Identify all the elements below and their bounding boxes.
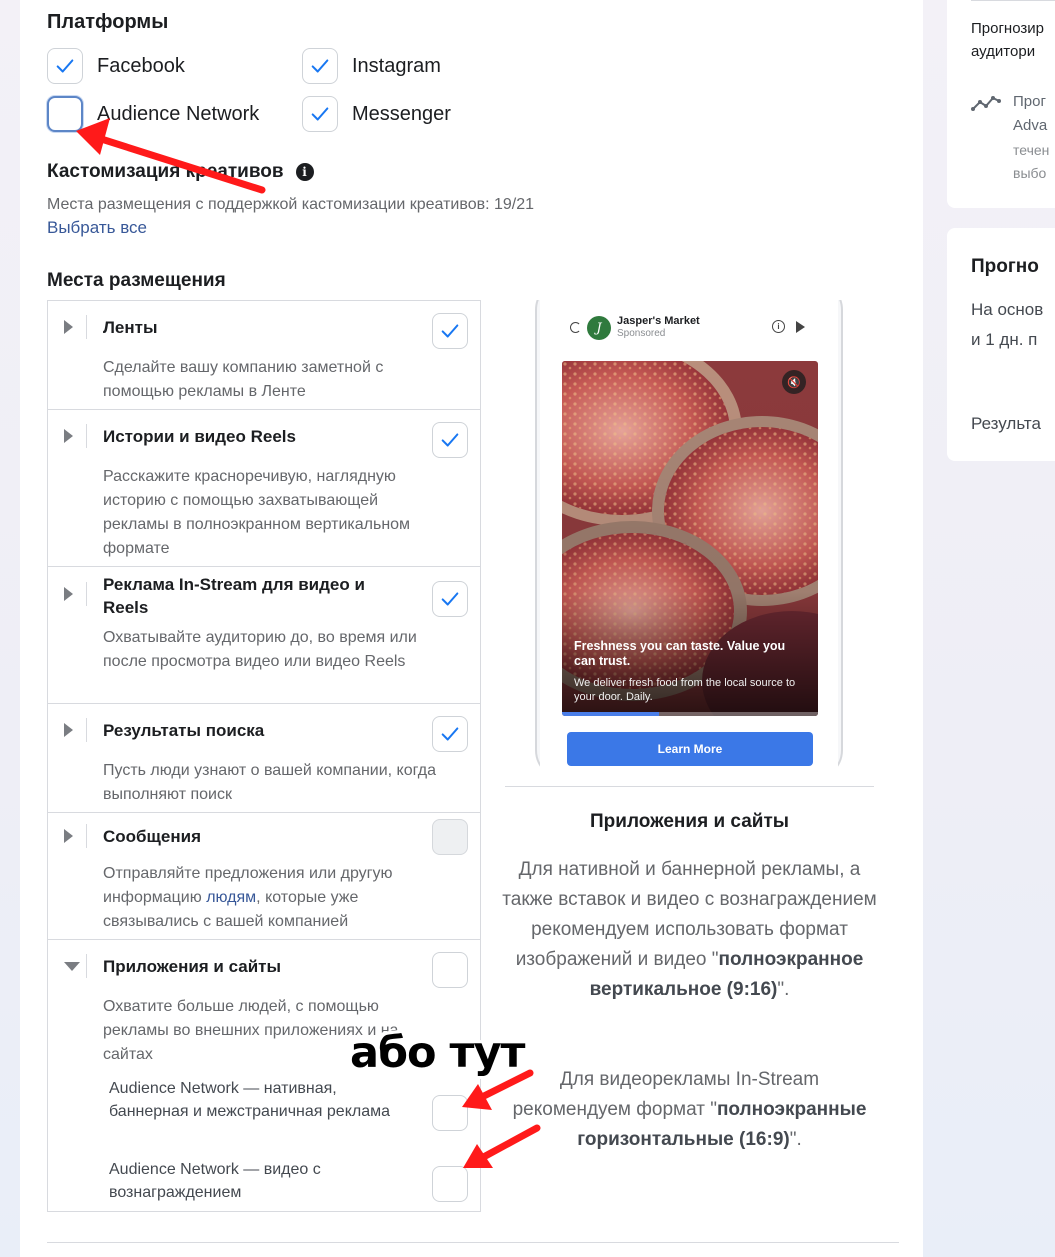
mute-icon[interactable]: 🔇 (782, 370, 806, 394)
preview-desc-2: Для видеорекламы In-Stream рекомендуем ф… (512, 1069, 867, 1150)
placement-row-feeds[interactable]: Ленты Сделайте вашу компанию заметной с … (48, 301, 480, 410)
placements-title: Места размещения (47, 270, 226, 291)
checkmark-icon (441, 592, 459, 606)
messenger-label: Messenger (352, 102, 451, 125)
platforms-title: Платформы (47, 11, 169, 33)
expand-triangle-icon[interactable] (64, 587, 73, 601)
ad-preview-phone: J Jasper's Market Sponsored i 🔇 Freshnes… (535, 300, 843, 780)
audience-network-label: Audience Network (97, 102, 260, 125)
sub-option-rewarded-video: Audience Network — видео с вознаграждени… (109, 1161, 321, 1201)
placement-title: Приложения и сайты (103, 957, 282, 976)
right-panel: Прогнозир аудитори Прог Adva течен выбо … (947, 0, 1055, 1257)
search-checkbox[interactable] (432, 716, 468, 752)
ad-image: 🔇 Freshness you can taste. Value you can… (562, 361, 818, 716)
instagram-checkbox[interactable] (302, 48, 338, 84)
ad-headline: Freshness you can taste. Value you can t… (574, 639, 786, 668)
placement-title: Истории и видео Reels (103, 427, 296, 446)
learn-more-button[interactable]: Learn More (567, 732, 813, 766)
facebook-label: Facebook (97, 54, 185, 77)
messenger-checkbox[interactable] (302, 96, 338, 132)
checkmark-icon (311, 107, 329, 121)
select-all-link[interactable]: Выбрать все (47, 218, 147, 238)
expand-triangle-icon[interactable] (64, 320, 73, 334)
apps-sites-checkbox[interactable] (432, 952, 468, 988)
checkmark-icon (311, 59, 329, 73)
checkmark-icon (56, 59, 74, 73)
checkmark-icon (441, 727, 459, 741)
placement-title: Ленты (103, 318, 158, 337)
trend-chart-icon (971, 96, 1001, 111)
customization-title: Кастомизация креативов (47, 161, 284, 182)
messages-checkbox[interactable] (432, 819, 468, 855)
placement-row-messages[interactable]: Сообщения Отправляйте предложения или др… (48, 813, 480, 940)
stories-checkbox[interactable] (432, 422, 468, 458)
placement-row-stories[interactable]: Истории и видео Reels Расскажите краснор… (48, 410, 480, 567)
expand-triangle-icon[interactable] (64, 829, 73, 843)
placement-title: Реклама In-Stream для видео и Reels (103, 575, 365, 617)
rewarded-video-checkbox[interactable] (432, 1166, 468, 1202)
collapse-triangle-icon[interactable] (64, 962, 80, 971)
preview-desc-1: Для нативной и баннерной рекламы, а такж… (502, 859, 877, 1000)
sub-option-native-banner: Audience Network — нативная, баннерная и… (109, 1080, 390, 1120)
facebook-checkbox[interactable] (47, 48, 83, 84)
ad-header: J Jasper's Market Sponsored i (540, 314, 838, 344)
info-icon[interactable]: i (295, 163, 314, 181)
ad-text: We deliver fresh food from the local sou… (574, 677, 796, 703)
native-banner-checkbox[interactable] (432, 1095, 468, 1131)
expand-triangle-icon[interactable] (64, 723, 73, 737)
people-link[interactable]: людям (206, 889, 256, 906)
annotation-text: або тут (350, 1028, 525, 1078)
customization-title-row: Кастомизация креативов i (47, 161, 314, 183)
platform-messenger[interactable]: Messenger (302, 96, 451, 132)
checkmark-icon (441, 324, 459, 338)
platform-audience-network[interactable]: Audience Network (47, 96, 259, 132)
advertiser-name: Jasper's Market (617, 315, 700, 327)
instagram-label: Instagram (352, 54, 441, 77)
placement-desc: Расскажите красноречивую, наглядную исто… (103, 468, 411, 557)
sponsored-label: Sponsored (617, 328, 666, 339)
audience-estimate-card: Прогнозир аудитори Прог Adva течен выбо (947, 0, 1055, 208)
video-progress (562, 712, 818, 716)
placement-desc: Охватывайте аудиторию до, во время или п… (103, 629, 417, 670)
placement-row-instream[interactable]: Реклама In-Stream для видео и Reels Охва… (48, 567, 480, 704)
placement-desc: Пусть люди узнают о вашей компании, когд… (103, 762, 436, 803)
forecast-card: Прогно На основ и 1 дн. п Результа (947, 228, 1055, 461)
phone-screen: J Jasper's Market Sponsored i 🔇 Freshnes… (540, 300, 838, 780)
platform-facebook[interactable]: Facebook (47, 48, 185, 84)
preview-title: Приложения и сайты (590, 811, 789, 832)
placement-title: Результаты поиска (103, 721, 265, 740)
audience-network-checkbox[interactable] (47, 96, 83, 132)
info-icon[interactable]: i (772, 320, 785, 333)
play-icon[interactable] (796, 321, 805, 333)
placement-desc: Сделайте вашу компанию заметной с помощь… (103, 359, 384, 400)
advertiser-avatar: J (587, 316, 611, 340)
expand-triangle-icon[interactable] (64, 429, 73, 443)
checkmark-icon (441, 433, 459, 447)
placement-row-search[interactable]: Результаты поиска Пусть люди узнают о ва… (48, 704, 480, 813)
platform-instagram[interactable]: Instagram (302, 48, 441, 84)
placement-desc: Отправляйте предложения или другую инфор… (103, 865, 393, 930)
feeds-checkbox[interactable] (432, 313, 468, 349)
customization-subtitle: Места размещения с поддержкой кастомизац… (47, 196, 535, 213)
loading-icon (570, 322, 581, 333)
instream-checkbox[interactable] (432, 581, 468, 617)
placement-title: Сообщения (103, 827, 201, 846)
